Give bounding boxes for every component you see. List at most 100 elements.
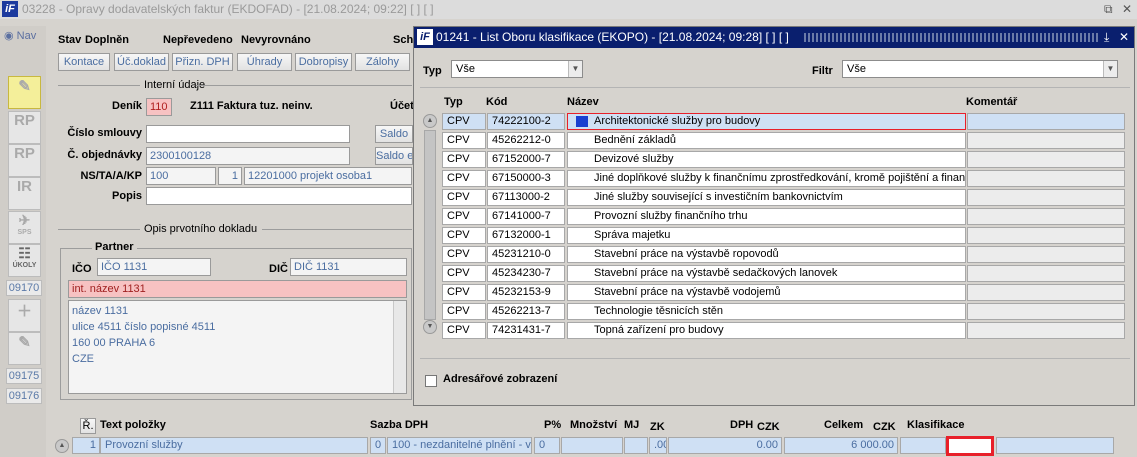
ir-button[interactable]: IR: [8, 177, 41, 210]
row-nazev[interactable]: Devizové služby: [567, 151, 966, 168]
row-typ[interactable]: CPV: [442, 151, 486, 168]
row-komentar[interactable]: [967, 113, 1125, 130]
close-icon[interactable]: ✕: [1122, 0, 1132, 19]
row-nazev[interactable]: Stavební práce na výstavbě ropovodů: [567, 246, 966, 263]
row-sazba-text[interactable]: 100 - nezdanitelné plnění - vs: [387, 437, 532, 454]
row-dph[interactable]: 0.00: [668, 437, 782, 454]
a-field[interactable]: 12201000 projekt osoba1: [244, 167, 412, 185]
int-nazev-field[interactable]: int. název 1131: [68, 280, 407, 298]
adresarove-checkbox[interactable]: [425, 375, 437, 387]
sps-button[interactable]: ✈ SPS: [8, 211, 41, 244]
row-nazev[interactable]: Stavební práce na výstavbě vodojemů: [567, 284, 966, 301]
row-komentar[interactable]: [967, 227, 1125, 244]
denik-field[interactable]: 110: [146, 98, 172, 116]
row-typ[interactable]: CPV: [442, 246, 486, 263]
row-komentar[interactable]: [967, 246, 1125, 263]
side-number-09175[interactable]: 09175: [6, 368, 42, 384]
tab-uc-doklad[interactable]: Úč.doklad: [114, 53, 169, 71]
row-nazev[interactable]: Provozní služby finančního trhu: [567, 208, 966, 225]
row-kod[interactable]: 45232153-9: [487, 284, 565, 301]
row-komentar[interactable]: [967, 151, 1125, 168]
edit-doc-icon[interactable]: ✎: [8, 76, 41, 109]
row-kod[interactable]: 45262213-7: [487, 303, 565, 320]
ns-field[interactable]: 100: [146, 167, 216, 185]
saldo-e-button[interactable]: Saldo e: [375, 147, 413, 165]
tab-kontace[interactable]: Kontace: [58, 53, 110, 71]
row-komentar[interactable]: [967, 322, 1125, 339]
row-komentar[interactable]: [967, 284, 1125, 301]
row-kod[interactable]: 67141000-7: [487, 208, 565, 225]
row-nazev[interactable]: Topná zařízení pro budovy: [567, 322, 966, 339]
nav-button[interactable]: ◉ Nav: [4, 29, 36, 42]
scroll-up-icon[interactable]: ▲: [55, 439, 69, 453]
row-kod[interactable]: 67150000-3: [487, 170, 565, 187]
add-doc-icon[interactable]: ＋: [8, 299, 41, 332]
tab-uhrady[interactable]: Úhrady: [237, 53, 292, 71]
row-typ[interactable]: CPV: [442, 303, 486, 320]
row-kod[interactable]: 67132000-1: [487, 227, 565, 244]
row-komentar[interactable]: [967, 189, 1125, 206]
row-mnozstvi[interactable]: [561, 437, 623, 454]
row-kod[interactable]: 45234230-7: [487, 265, 565, 282]
edit-doc-icon-2[interactable]: ✎: [8, 332, 41, 365]
row-typ[interactable]: CPV: [442, 208, 486, 225]
row-typ[interactable]: CPV: [442, 227, 486, 244]
row-sazba-code[interactable]: 0: [370, 437, 386, 454]
row-celkem[interactable]: 6 000.00: [784, 437, 898, 454]
row-typ[interactable]: CPV: [442, 189, 486, 206]
row-kod[interactable]: 45231210-0: [487, 246, 565, 263]
row-klasifikace-2[interactable]: [996, 437, 1114, 454]
typ-select[interactable]: Vše ▼: [451, 60, 583, 78]
rp-button[interactable]: RP: [8, 111, 41, 144]
row-klasifikace-1[interactable]: [900, 437, 946, 454]
row-nazev[interactable]: Jiné služby související s investičním ba…: [567, 189, 966, 206]
ukoly-button[interactable]: ☷ ÚKOLY: [8, 244, 41, 277]
rp-button-2[interactable]: RP: [8, 144, 41, 177]
tab-prizn-dph[interactable]: Přizn. DPH: [172, 53, 233, 71]
scroll-up-icon[interactable]: ▲: [423, 114, 437, 128]
popup-pin-icon[interactable]: ⤓: [1104, 27, 1109, 48]
saldo-button[interactable]: Saldo: [375, 125, 413, 143]
scroll-thumb[interactable]: [424, 130, 436, 320]
row-mj[interactable]: [624, 437, 648, 454]
row-kod[interactable]: 45262212-0: [487, 132, 565, 149]
cislo-objednavky-field[interactable]: 2300100128: [146, 147, 350, 165]
tab-zalohy[interactable]: Zálohy: [355, 53, 410, 71]
row-typ[interactable]: CPV: [442, 322, 486, 339]
tab-dobropisy[interactable]: Dobropisy: [295, 53, 352, 71]
scroll-down-icon[interactable]: ▼: [423, 320, 437, 334]
row-komentar[interactable]: [967, 208, 1125, 225]
row-p[interactable]: 0: [534, 437, 560, 454]
side-number-09176[interactable]: 09176: [6, 388, 42, 404]
address-scrollbar[interactable]: [393, 301, 406, 393]
row-typ[interactable]: CPV: [442, 284, 486, 301]
popis-field[interactable]: [146, 187, 412, 205]
row-nazev[interactable]: Bednění základů: [567, 132, 966, 149]
ico-field[interactable]: IČO 1131: [97, 258, 211, 276]
row-nazev[interactable]: Technologie těsnicích stěn: [567, 303, 966, 320]
popup-close-icon[interactable]: ✕: [1119, 27, 1129, 48]
row-nazev[interactable]: Jiné doplňkové služby k finančnímu zpros…: [567, 170, 966, 187]
ta-field[interactable]: 1: [218, 167, 242, 185]
row-kod[interactable]: 74231431-7: [487, 322, 565, 339]
cislo-smlouvy-field[interactable]: [146, 125, 350, 143]
row-komentar[interactable]: [967, 303, 1125, 320]
row-nazev[interactable]: Stavební práce na výstavbě sedačkových l…: [567, 265, 966, 282]
row-kod[interactable]: 67152000-7: [487, 151, 565, 168]
filtr-select[interactable]: Vše ▼: [842, 60, 1118, 78]
row-komentar[interactable]: [967, 265, 1125, 282]
row-komentar[interactable]: [967, 132, 1125, 149]
restore-icon[interactable]: ⧉: [1104, 0, 1113, 19]
row-typ[interactable]: CPV: [442, 170, 486, 187]
row-zk[interactable]: .00: [649, 437, 667, 454]
col-r-button[interactable]: Ř.: [80, 418, 96, 434]
klasifikace-highlight[interactable]: [946, 436, 994, 456]
row-typ[interactable]: CPV: [442, 132, 486, 149]
row-nazev[interactable]: Architektonické služby pro budovy: [567, 113, 966, 130]
row-number[interactable]: 1: [72, 437, 100, 454]
row-typ[interactable]: CPV: [442, 113, 486, 130]
dic-field[interactable]: DIČ 1131: [290, 258, 407, 276]
row-text[interactable]: Provozní služby: [100, 437, 368, 454]
row-komentar[interactable]: [967, 170, 1125, 187]
row-typ[interactable]: CPV: [442, 265, 486, 282]
